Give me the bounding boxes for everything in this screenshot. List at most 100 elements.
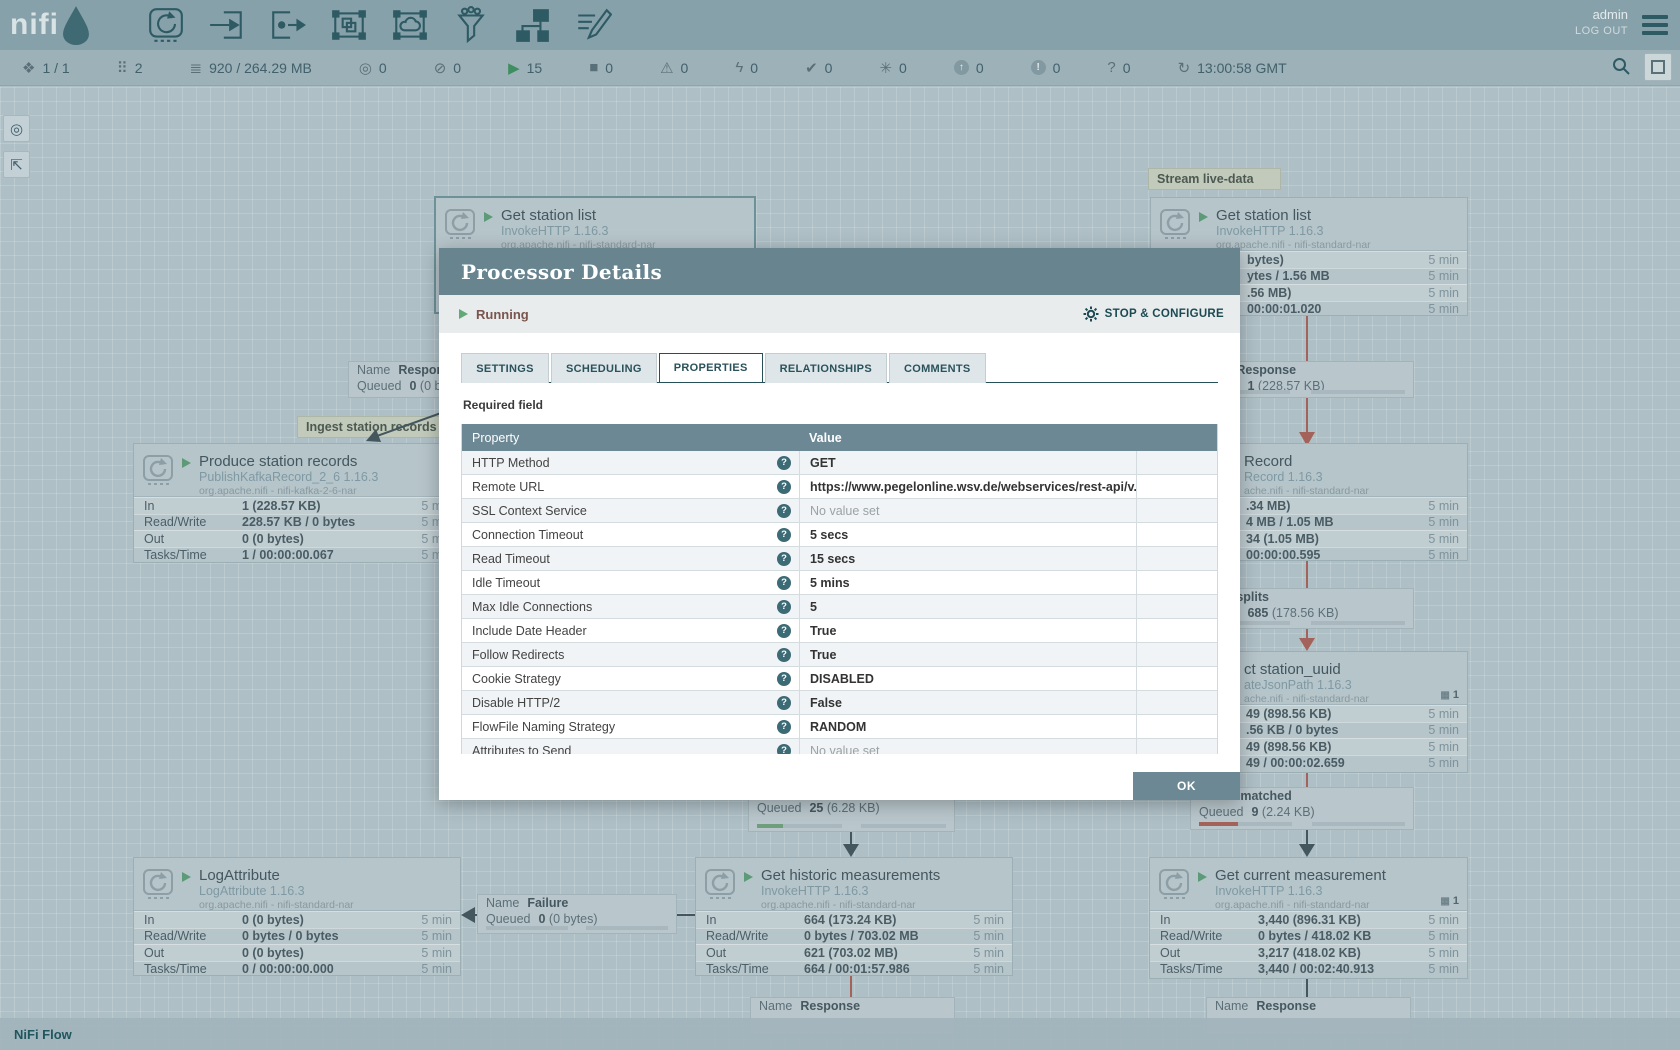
queued-status: ≣920 / 264.29 MB <box>190 59 312 77</box>
processor-icon <box>704 868 736 905</box>
processor-title: Get station list <box>1216 207 1371 224</box>
component-toolbar <box>146 5 613 45</box>
thread-count-badge: ▦ 1 <box>1440 895 1459 907</box>
help-icon[interactable]: ? <box>777 528 791 542</box>
up-to-date-status: ✔0 <box>805 59 832 77</box>
global-menu-icon[interactable] <box>1642 15 1668 39</box>
property-row: FlowFile Naming Strategy? RANDOM <box>462 715 1217 739</box>
required-field-label: Required field <box>463 398 1218 412</box>
disabled-icon: ϟ <box>735 59 743 76</box>
processor-icon <box>142 868 174 905</box>
property-row: Follow Redirects? True <box>462 643 1217 667</box>
queued-icon: ≣ <box>190 59 203 77</box>
label-tool-icon[interactable] <box>573 5 613 45</box>
property-row: Max Idle Connections? 5 <box>462 595 1217 619</box>
processor-tool-icon[interactable] <box>146 5 186 45</box>
search-icon[interactable] <box>1612 57 1630 78</box>
threads-icon: ▦ <box>1440 690 1449 701</box>
processor-title: Produce station records <box>199 453 378 470</box>
running-icon <box>744 872 753 882</box>
stale-status: ↑0 <box>954 60 984 76</box>
processor-title: Get current measurement <box>1215 867 1386 884</box>
template-tool-icon[interactable] <box>512 5 552 45</box>
refresh-icon[interactable]: ↻ <box>1178 59 1191 77</box>
running-icon <box>484 212 493 222</box>
help-icon[interactable]: ? <box>777 624 791 638</box>
pan-hand-button[interactable]: ⇱ <box>3 151 30 178</box>
help-icon[interactable]: ? <box>777 744 791 755</box>
disabled-status: ϟ0 <box>735 59 758 76</box>
active-threads-status: ⠿2 <box>117 59 143 77</box>
help-icon[interactable]: ? <box>777 576 791 590</box>
dialog-tabs: SETTINGS SCHEDULING PROPERTIES RELATIONS… <box>461 353 1218 383</box>
processor-bundle: org.apache.nifi - nifi-standard-nar <box>761 899 940 912</box>
connection-label-failure[interactable]: NameFailure Queued0 (0 bytes) <box>477 894 677 934</box>
value-header: Value <box>799 424 1136 451</box>
ok-button[interactable]: OK <box>1133 772 1240 800</box>
help-icon[interactable]: ? <box>777 552 791 566</box>
property-row: Cookie Strategy? DISABLED <box>462 667 1217 691</box>
processor-type: InvokeHTTP 1.16.3 <box>1215 884 1386 899</box>
processor-produce-station-records[interactable]: Produce station records PublishKafkaReco… <box>133 443 461 563</box>
help-icon[interactable]: ? <box>777 504 791 518</box>
transmitting-status: ◎0 <box>359 59 387 77</box>
process-group-tool-icon[interactable] <box>329 5 369 45</box>
processor-bundle: org.apache.nifi - nifi-kafka-2-6-nar <box>199 485 378 498</box>
tab-relationships[interactable]: RELATIONSHIPS <box>765 353 887 383</box>
birdseye-button[interactable]: ◎ <box>3 115 30 142</box>
help-icon[interactable]: ? <box>777 696 791 710</box>
sync-failure-icon: ? <box>1107 59 1115 76</box>
processor-type: InvokeHTTP 1.16.3 <box>1216 224 1371 239</box>
tab-comments[interactable]: COMMENTS <box>889 353 986 383</box>
locally-modified-icon: ✳ <box>879 59 892 77</box>
processor-type: LogAttribute 1.16.3 <box>199 884 354 899</box>
tab-scheduling[interactable]: SCHEDULING <box>551 353 657 383</box>
property-row: Read Timeout? 15 secs <box>462 547 1217 571</box>
cluster-status: ❖1 / 1 <box>22 59 70 77</box>
tab-properties[interactable]: PROPERTIES <box>659 353 763 383</box>
stale-icon: ↑ <box>954 60 969 75</box>
processor-details-dialog: Processor Details Running STOP & CONFIGU… <box>439 248 1240 800</box>
gear-icon <box>1083 306 1099 322</box>
property-row: Disable HTTP/2? False <box>462 691 1217 715</box>
app-header: nifi admin LOG OUT <box>0 0 1680 50</box>
property-row: SSL Context Service? No value set <box>462 499 1217 523</box>
last-refresh[interactable]: ↻13:00:58 GMT <box>1178 59 1287 77</box>
tab-settings[interactable]: SETTINGS <box>461 353 549 383</box>
breadcrumb[interactable]: NiFi Flow <box>14 1027 72 1042</box>
dialog-status-row: Running STOP & CONFIGURE <box>439 295 1240 333</box>
help-icon[interactable]: ? <box>777 672 791 686</box>
processor-title: LogAttribute <box>199 867 354 884</box>
threads-icon: ⠿ <box>117 59 128 77</box>
running-icon <box>182 872 191 882</box>
settings-panel-button[interactable] <box>1644 53 1672 81</box>
processor-icon <box>142 454 174 491</box>
locally-modified-status: ✳0 <box>879 59 906 77</box>
property-row: Include Date Header? True <box>462 619 1217 643</box>
help-icon[interactable]: ? <box>777 600 791 614</box>
funnel-tool-icon[interactable] <box>451 5 491 45</box>
processor-get-historic-measurements[interactable]: Get historic measurements InvokeHTTP 1.1… <box>695 857 1013 976</box>
stop-and-configure-button[interactable]: STOP & CONFIGURE <box>1083 306 1224 322</box>
help-icon[interactable]: ? <box>777 456 791 470</box>
backpressure-bars <box>486 926 668 930</box>
help-icon[interactable]: ? <box>777 648 791 662</box>
remote-process-group-tool-icon[interactable] <box>390 5 430 45</box>
processor-type: PublishKafkaRecord_2_6 1.16.3 <box>199 470 378 485</box>
processor-log-attribute[interactable]: LogAttribute LogAttribute 1.16.3 org.apa… <box>133 857 461 976</box>
processor-icon <box>444 208 476 245</box>
help-icon[interactable]: ? <box>777 720 791 734</box>
logout-link[interactable]: LOG OUT <box>1575 23 1628 40</box>
invalid-icon: ⚠ <box>660 59 673 77</box>
table-header-row: Property Value <box>462 424 1217 451</box>
processor-get-current-measurement[interactable]: Get current measurement InvokeHTTP 1.16.… <box>1149 857 1468 979</box>
processor-type: InvokeHTTP 1.16.3 <box>501 224 656 239</box>
connection-label-queued-25[interactable]: Queued25 (6.28 KB) <box>748 799 955 832</box>
processor-bundle: ache.nifi - nifi-standard-nar <box>1244 485 1369 498</box>
output-port-tool-icon[interactable] <box>268 5 308 45</box>
threads-icon: ▦ <box>1440 896 1449 907</box>
processor-stats: In664 (173.24 KB)5 min Read/Write0 bytes… <box>696 910 1012 977</box>
help-icon[interactable]: ? <box>777 480 791 494</box>
input-port-tool-icon[interactable] <box>207 5 247 45</box>
invalid-status: ⚠0 <box>660 59 688 77</box>
